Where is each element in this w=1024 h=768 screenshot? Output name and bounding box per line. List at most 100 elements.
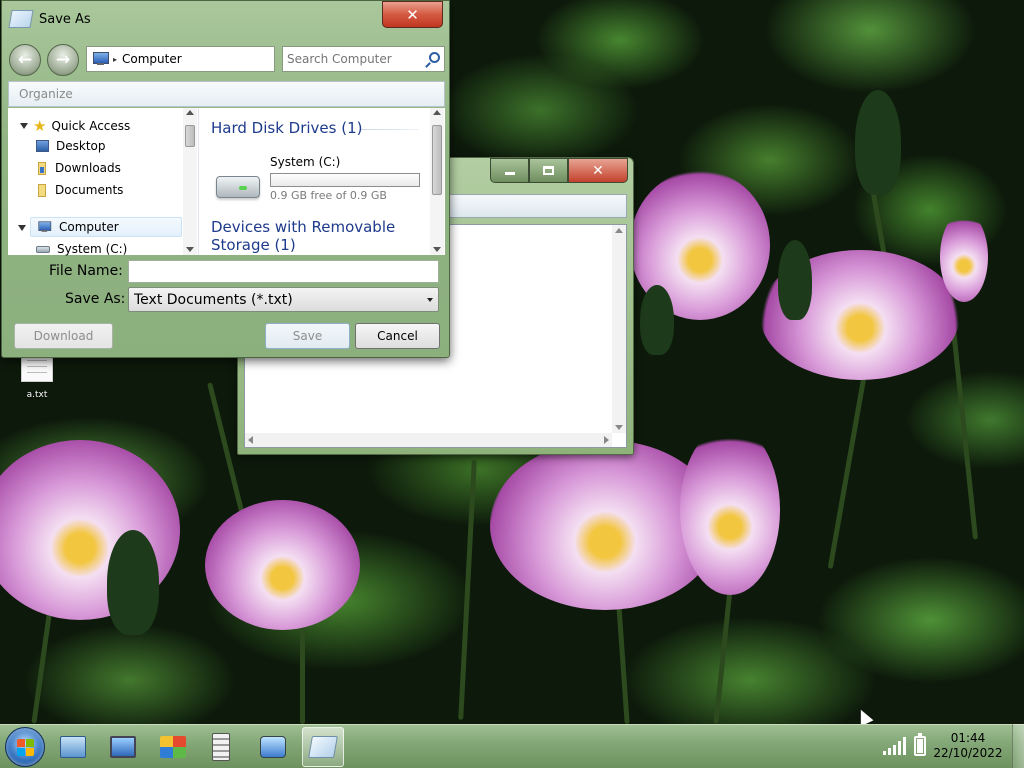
- clock-time: 01:44: [950, 731, 986, 745]
- system-clock[interactable]: 01:44 22/10/2022: [932, 731, 1004, 761]
- tree-label: Downloads: [55, 161, 121, 175]
- battery-icon[interactable]: [914, 733, 926, 756]
- drive-usage-bar: [270, 173, 420, 187]
- clock-date: 22/10/2022: [933, 746, 1003, 760]
- tree-item-system-drive[interactable]: System (C:): [36, 239, 127, 259]
- nav-scrollbar[interactable]: [183, 108, 197, 255]
- cancel-button[interactable]: Cancel: [355, 323, 440, 349]
- address-bar[interactable]: ▸ Computer: [86, 46, 275, 72]
- breadcrumb-chevron-icon[interactable]: ▸: [113, 55, 117, 64]
- horizontal-scrollbar[interactable]: [245, 433, 612, 447]
- scroll-left-icon[interactable]: [248, 436, 253, 444]
- tree-item-desktop[interactable]: Desktop: [36, 136, 106, 156]
- scroll-down-icon[interactable]: [433, 247, 441, 252]
- show-desktop-button[interactable]: [1012, 724, 1024, 768]
- tree-item-downloads[interactable]: Downloads: [38, 158, 121, 178]
- command-toolbar: Organize: [8, 81, 445, 107]
- save-as-dialog[interactable]: Save As ✕ ← → ▸ Computer Organize ★ Quic…: [1, 0, 450, 358]
- scroll-thumb[interactable]: [185, 125, 195, 147]
- taskbar-app-control-panel[interactable]: [52, 727, 94, 767]
- download-button[interactable]: Download: [14, 323, 113, 349]
- notepad-icon: [308, 736, 338, 758]
- scroll-up-icon[interactable]: [615, 228, 623, 233]
- group-hard-disk-drives[interactable]: Hard Disk Drives (1): [211, 119, 362, 137]
- network-icon: [260, 736, 286, 758]
- computer-icon: [37, 221, 52, 232]
- forward-button[interactable]: →: [47, 44, 79, 76]
- hard-drive-icon[interactable]: [216, 176, 260, 198]
- tree-label: System (C:): [57, 242, 128, 256]
- computer-icon: [91, 52, 109, 66]
- vertical-scrollbar[interactable]: [612, 225, 626, 433]
- back-button[interactable]: ←: [9, 44, 41, 76]
- maximize-button[interactable]: [529, 158, 568, 183]
- breadcrumb-computer[interactable]: Computer: [122, 52, 182, 66]
- file-name-input[interactable]: [128, 260, 439, 283]
- scroll-down-icon[interactable]: [615, 425, 623, 430]
- scroll-thumb[interactable]: [432, 125, 442, 195]
- window-controls: ✕: [490, 158, 628, 183]
- tree-item-computer[interactable]: Computer: [30, 217, 182, 237]
- taskbar-app-server[interactable]: [200, 727, 242, 767]
- text-file-icon: [21, 354, 53, 382]
- close-button[interactable]: ✕: [568, 158, 628, 183]
- arrow-left-icon: ←: [17, 50, 33, 70]
- dialog-close-button[interactable]: ✕: [382, 1, 443, 28]
- tree-item-documents[interactable]: Documents: [38, 180, 123, 200]
- tree-item-quick-access[interactable]: ★ Quick Access: [33, 116, 130, 136]
- scroll-up-icon[interactable]: [433, 110, 441, 115]
- tree-label: Desktop: [56, 139, 106, 153]
- save-as-type-label: Save As:: [65, 291, 126, 307]
- close-icon: ✕: [406, 5, 419, 24]
- navigation-pane[interactable]: ★ Quick Access Desktop Downloads Documen…: [8, 108, 199, 256]
- search-input[interactable]: [287, 52, 427, 66]
- drive-name[interactable]: System (C:): [270, 155, 340, 169]
- expand-quick-access-icon[interactable]: [20, 123, 28, 129]
- scroll-right-icon[interactable]: [604, 436, 609, 444]
- minimize-icon: [504, 172, 515, 175]
- signal-strength-icon[interactable]: [883, 737, 906, 755]
- search-box[interactable]: [282, 46, 445, 72]
- chevron-down-icon: [427, 298, 433, 302]
- documents-folder-icon: [38, 183, 46, 197]
- star-icon: ★: [33, 117, 47, 135]
- taskbar-app-network[interactable]: [252, 727, 294, 767]
- scroll-up-icon[interactable]: [186, 110, 194, 115]
- organize-menu[interactable]: Organize: [19, 87, 73, 101]
- group-divider: [361, 129, 419, 130]
- desktop-icon: [36, 140, 49, 152]
- server-icon: [212, 733, 230, 761]
- windows-logo-icon: [17, 739, 25, 747]
- save-as-type-value: Text Documents (*.txt): [134, 291, 293, 308]
- control-panel-icon: [60, 736, 86, 758]
- close-icon: ✕: [592, 162, 604, 179]
- start-button[interactable]: [5, 727, 45, 767]
- content-scrollbar[interactable]: [430, 108, 444, 255]
- search-icon[interactable]: [429, 52, 440, 63]
- taskbar-app-media[interactable]: [152, 727, 194, 767]
- taskbar-app-notepad[interactable]: [302, 727, 344, 767]
- drive-icon: [36, 245, 50, 253]
- computer-icon: [110, 736, 136, 758]
- save-as-type-select[interactable]: Text Documents (*.txt): [128, 287, 439, 312]
- scroll-down-icon[interactable]: [186, 247, 194, 252]
- arrow-right-icon: →: [55, 50, 71, 70]
- tree-label: Quick Access: [51, 119, 131, 133]
- tree-label: Documents: [55, 183, 124, 197]
- group-removable-line2: Storage (1): [211, 236, 296, 254]
- minimize-button[interactable]: [490, 158, 529, 183]
- desktop-file-icon[interactable]: a.txt: [16, 354, 58, 400]
- taskbar: [0, 724, 1024, 768]
- downloads-folder-icon: [38, 161, 46, 175]
- maximize-icon: [543, 166, 554, 175]
- save-button[interactable]: Save: [265, 323, 350, 349]
- group-removable-storage[interactable]: Devices with Removable Storage (1): [211, 218, 395, 254]
- file-name-label: File Name:: [49, 263, 123, 279]
- expand-computer-icon[interactable]: [18, 225, 26, 231]
- group-removable-line1: Devices with Removable: [211, 218, 396, 236]
- notepad-icon: [8, 10, 34, 28]
- taskbar-app-computer[interactable]: [102, 727, 144, 767]
- drive-free-space: 0.9 GB free of 0.9 GB: [270, 189, 387, 202]
- desktop-file-label: a.txt: [26, 390, 48, 400]
- content-pane[interactable]: Hard Disk Drives (1) System (C:) 0.9 GB …: [199, 108, 445, 255]
